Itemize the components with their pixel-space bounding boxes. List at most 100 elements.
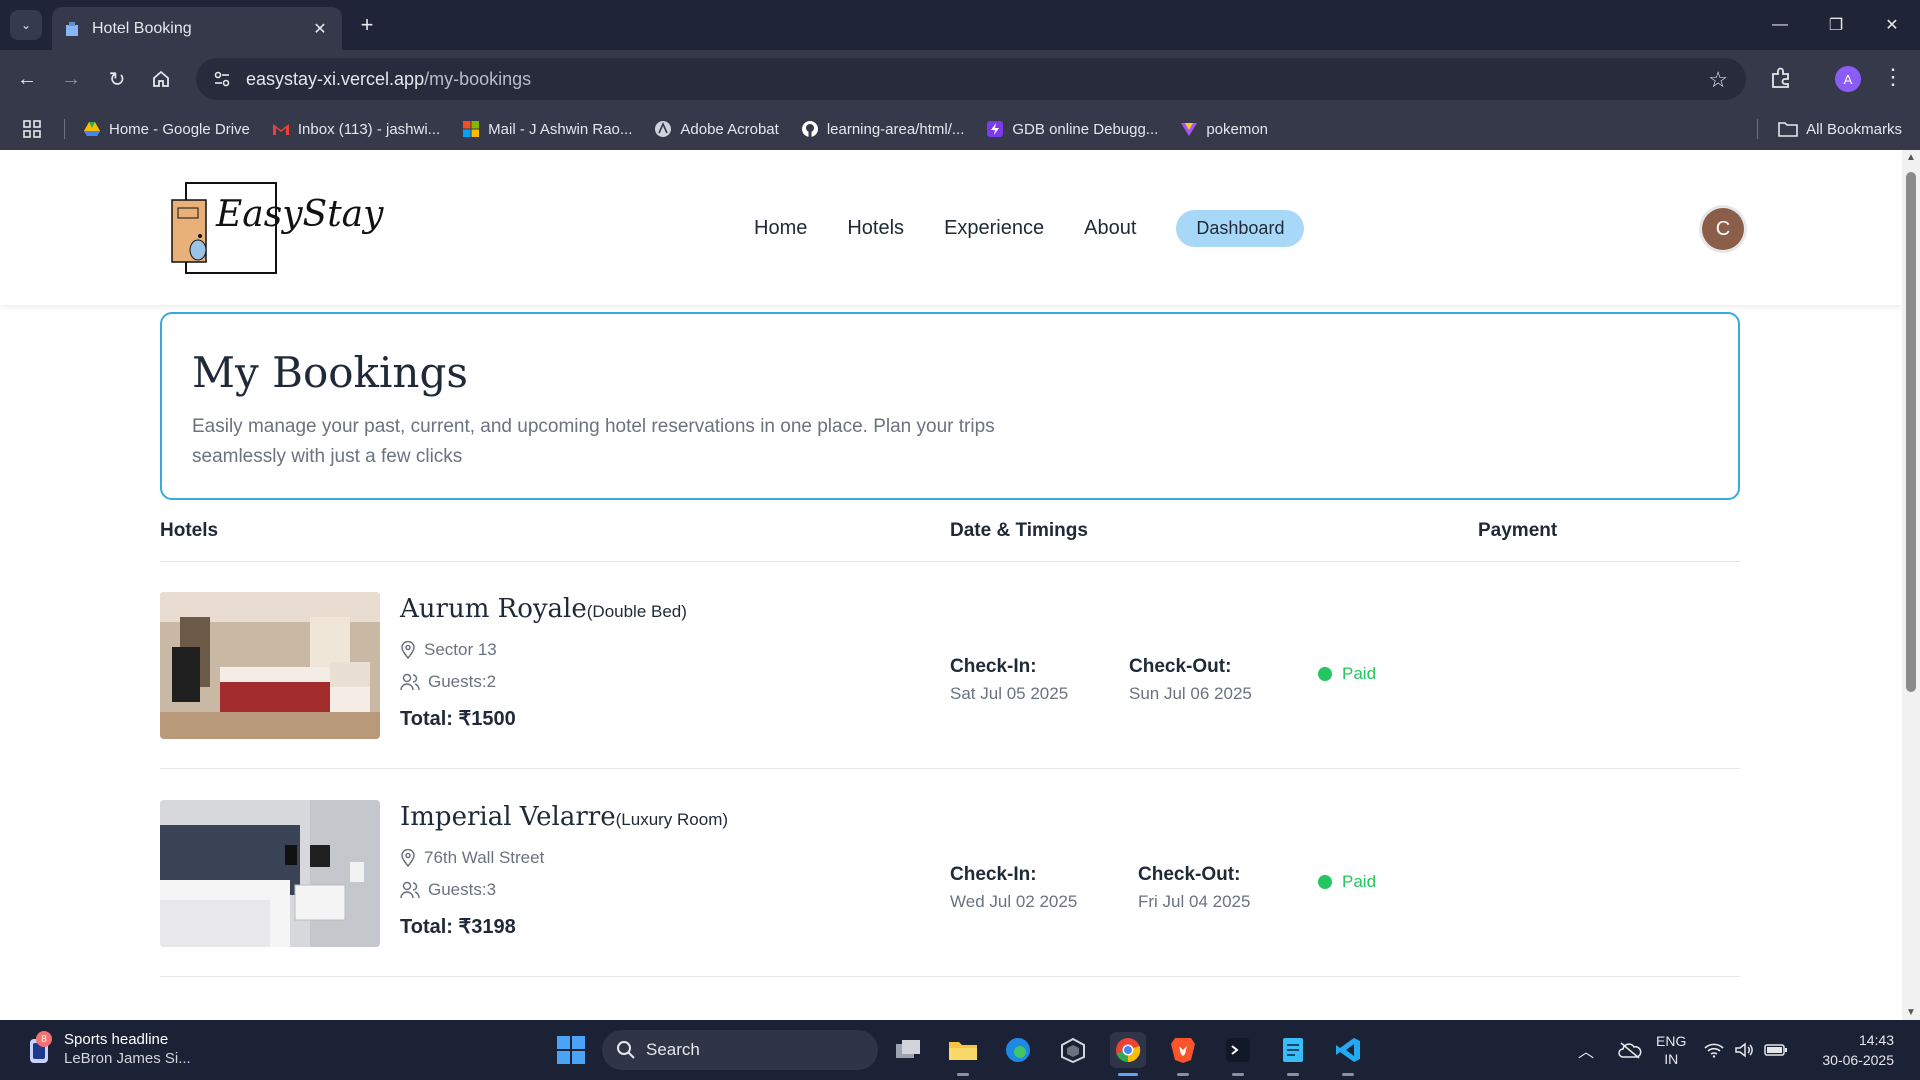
bookmarks-separator	[1757, 119, 1759, 139]
row-divider	[160, 768, 1740, 769]
windows-start-icon[interactable]	[556, 1035, 586, 1065]
bookmark-adobe-acrobat[interactable]: Adobe Acrobat	[654, 120, 779, 138]
booking-total: Total: ₹3198	[400, 916, 516, 938]
battery-icon[interactable]	[1764, 1042, 1788, 1058]
language-indicator[interactable]: ENG IN	[1656, 1032, 1686, 1068]
browser-menu-icon[interactable]: ⋮	[1882, 64, 1904, 90]
page-title: My Bookings	[192, 348, 468, 397]
dashboard-button[interactable]: Dashboard	[1176, 210, 1305, 247]
home-icon[interactable]	[146, 64, 176, 94]
bookmark-outlook-mail[interactable]: Mail - J Ashwin Rao...	[462, 120, 632, 138]
bookmark-pokemon[interactable]: pokemon	[1180, 120, 1268, 138]
google-drive-icon	[84, 122, 100, 136]
system-tray: ︿ ENG IN	[1578, 1032, 1788, 1068]
page-scrollbar[interactable]: ▲ ▼	[1902, 150, 1920, 1020]
checkin-date: Sat Jul 05 2025	[950, 684, 1069, 703]
brave-browser-icon[interactable]	[1165, 1032, 1201, 1076]
wifi-icon[interactable]	[1704, 1042, 1724, 1058]
address-bar[interactable]: easystay-xi.vercel.app/my-bookings ☆	[196, 58, 1746, 100]
close-window-icon[interactable]: ✕	[1864, 0, 1920, 50]
folder-icon	[1778, 122, 1798, 137]
nav-hotels[interactable]: Hotels	[847, 217, 904, 240]
forward-icon[interactable]: →	[56, 64, 86, 94]
site-header: EasyStay Home Hotels Experience About Da…	[0, 150, 1902, 305]
room-type: (Double Bed)	[586, 602, 687, 621]
bookmark-github[interactable]: learning-area/html/...	[801, 120, 964, 138]
terminal-app-icon[interactable]	[1220, 1032, 1256, 1076]
hotel-room-image[interactable]	[160, 800, 380, 947]
clock-date: 30-06-2025	[1822, 1052, 1894, 1068]
guests-icon	[400, 881, 420, 899]
tab-title: Hotel Booking	[92, 19, 192, 37]
all-bookmarks-label: All Bookmarks	[1806, 120, 1902, 138]
bookmark-label: Mail - J Ashwin Rao...	[488, 120, 633, 138]
running-indicator	[1177, 1073, 1189, 1076]
scrollbar-thumb[interactable]	[1906, 172, 1916, 692]
payment-status: Paid	[1318, 872, 1376, 892]
browser-toolbar: ← → ↻ easystay-xi.vercel.app/my-bookings…	[0, 50, 1920, 108]
edge-browser-icon[interactable]	[1000, 1032, 1036, 1068]
onedrive-icon[interactable]	[1618, 1041, 1642, 1059]
checkout-date: Fri Jul 04 2025	[1138, 892, 1251, 911]
user-avatar[interactable]: C	[1702, 208, 1744, 250]
close-tab-icon[interactable]: ✕	[310, 19, 330, 39]
running-indicator	[957, 1073, 969, 1076]
hotel-name[interactable]: Imperial Velarre(Luxury Room)	[400, 802, 728, 832]
nav-experience[interactable]: Experience	[944, 217, 1044, 240]
volume-icon[interactable]	[1734, 1042, 1754, 1058]
tray-overflow-chevron-icon[interactable]: ︿	[1578, 1038, 1594, 1062]
search-label: Search	[646, 1040, 700, 1059]
site-settings-icon[interactable]	[212, 69, 232, 89]
clock-time: 14:43	[1858, 1032, 1894, 1048]
hotel-favicon-icon	[66, 21, 78, 36]
file-explorer-icon[interactable]	[945, 1032, 981, 1076]
checkin-date: Wed Jul 02 2025	[950, 892, 1078, 911]
notepad-icon[interactable]	[1275, 1032, 1311, 1076]
guest-count: Guests:2	[400, 672, 496, 692]
scroll-down-arrow-icon[interactable]: ▼	[1906, 1007, 1916, 1018]
github-icon	[801, 121, 818, 137]
nav-about[interactable]: About	[1084, 217, 1136, 240]
bookmark-google-drive[interactable]: Home - Google Drive	[83, 120, 250, 138]
bookmarks-bar: Home - Google Drive Inbox (113) - jashwi…	[0, 108, 1920, 150]
tab-search-chevron-icon[interactable]: ⌄	[10, 10, 42, 40]
main-nav: Home Hotels Experience About Dashboard	[754, 210, 1305, 247]
running-indicator	[1287, 1073, 1299, 1076]
profile-avatar[interactable]: A	[1835, 66, 1861, 92]
bookmark-star-icon[interactable]: ☆	[1708, 67, 1728, 93]
acrobat-icon	[655, 121, 672, 137]
browser-tab[interactable]: Hotel Booking ✕	[52, 7, 342, 50]
hotel-location: Sector 13	[400, 640, 497, 660]
all-bookmarks[interactable]: All Bookmarks	[1757, 119, 1902, 139]
nav-home[interactable]: Home	[754, 217, 807, 240]
booking-row: Aurum Royale(Double Bed) Sector 13 Guest…	[160, 592, 1740, 772]
news-widget[interactable]: 8 Sports headline LeBron James Si...	[28, 1030, 191, 1068]
task-view-icon[interactable]	[890, 1032, 926, 1068]
restore-icon[interactable]: ❐	[1808, 0, 1864, 50]
scroll-up-arrow-icon[interactable]: ▲	[1906, 152, 1916, 163]
system-clock[interactable]: 14:43 30-06-2025	[1822, 1030, 1894, 1070]
url-path: /my-bookings	[424, 68, 532, 89]
extensions-icon[interactable]	[1768, 65, 1794, 91]
taskbar-search[interactable]: Search	[602, 1030, 878, 1070]
hotel-name[interactable]: Aurum Royale(Double Bed)	[400, 594, 687, 624]
vscode-icon[interactable]	[1330, 1032, 1366, 1076]
reload-icon[interactable]: ↻	[102, 64, 132, 94]
checkin-label: Check-In:	[950, 656, 1037, 677]
bookmark-gmail[interactable]: Inbox (113) - jashwi...	[272, 120, 440, 138]
gmail-icon	[272, 124, 289, 135]
new-tab-icon[interactable]: +	[354, 12, 380, 38]
bookmark-gdb-online[interactable]: GDB online Debugg...	[986, 120, 1158, 138]
minimize-icon[interactable]: —	[1752, 0, 1808, 50]
row-divider	[160, 976, 1740, 977]
news-title: Sports headline	[64, 1031, 169, 1048]
apps-grid-icon[interactable]	[22, 119, 42, 139]
hotel-room-image[interactable]	[160, 592, 380, 739]
unity-app-icon[interactable]	[1055, 1032, 1091, 1068]
bookmark-label: Adobe Acrobat	[680, 120, 779, 138]
page-description: Easily manage your past, current, and up…	[192, 416, 995, 467]
guest-count: Guests:3	[400, 880, 496, 900]
guests-icon	[400, 673, 420, 691]
chrome-browser-icon[interactable]	[1110, 1032, 1146, 1076]
back-icon[interactable]: ←	[12, 64, 42, 94]
